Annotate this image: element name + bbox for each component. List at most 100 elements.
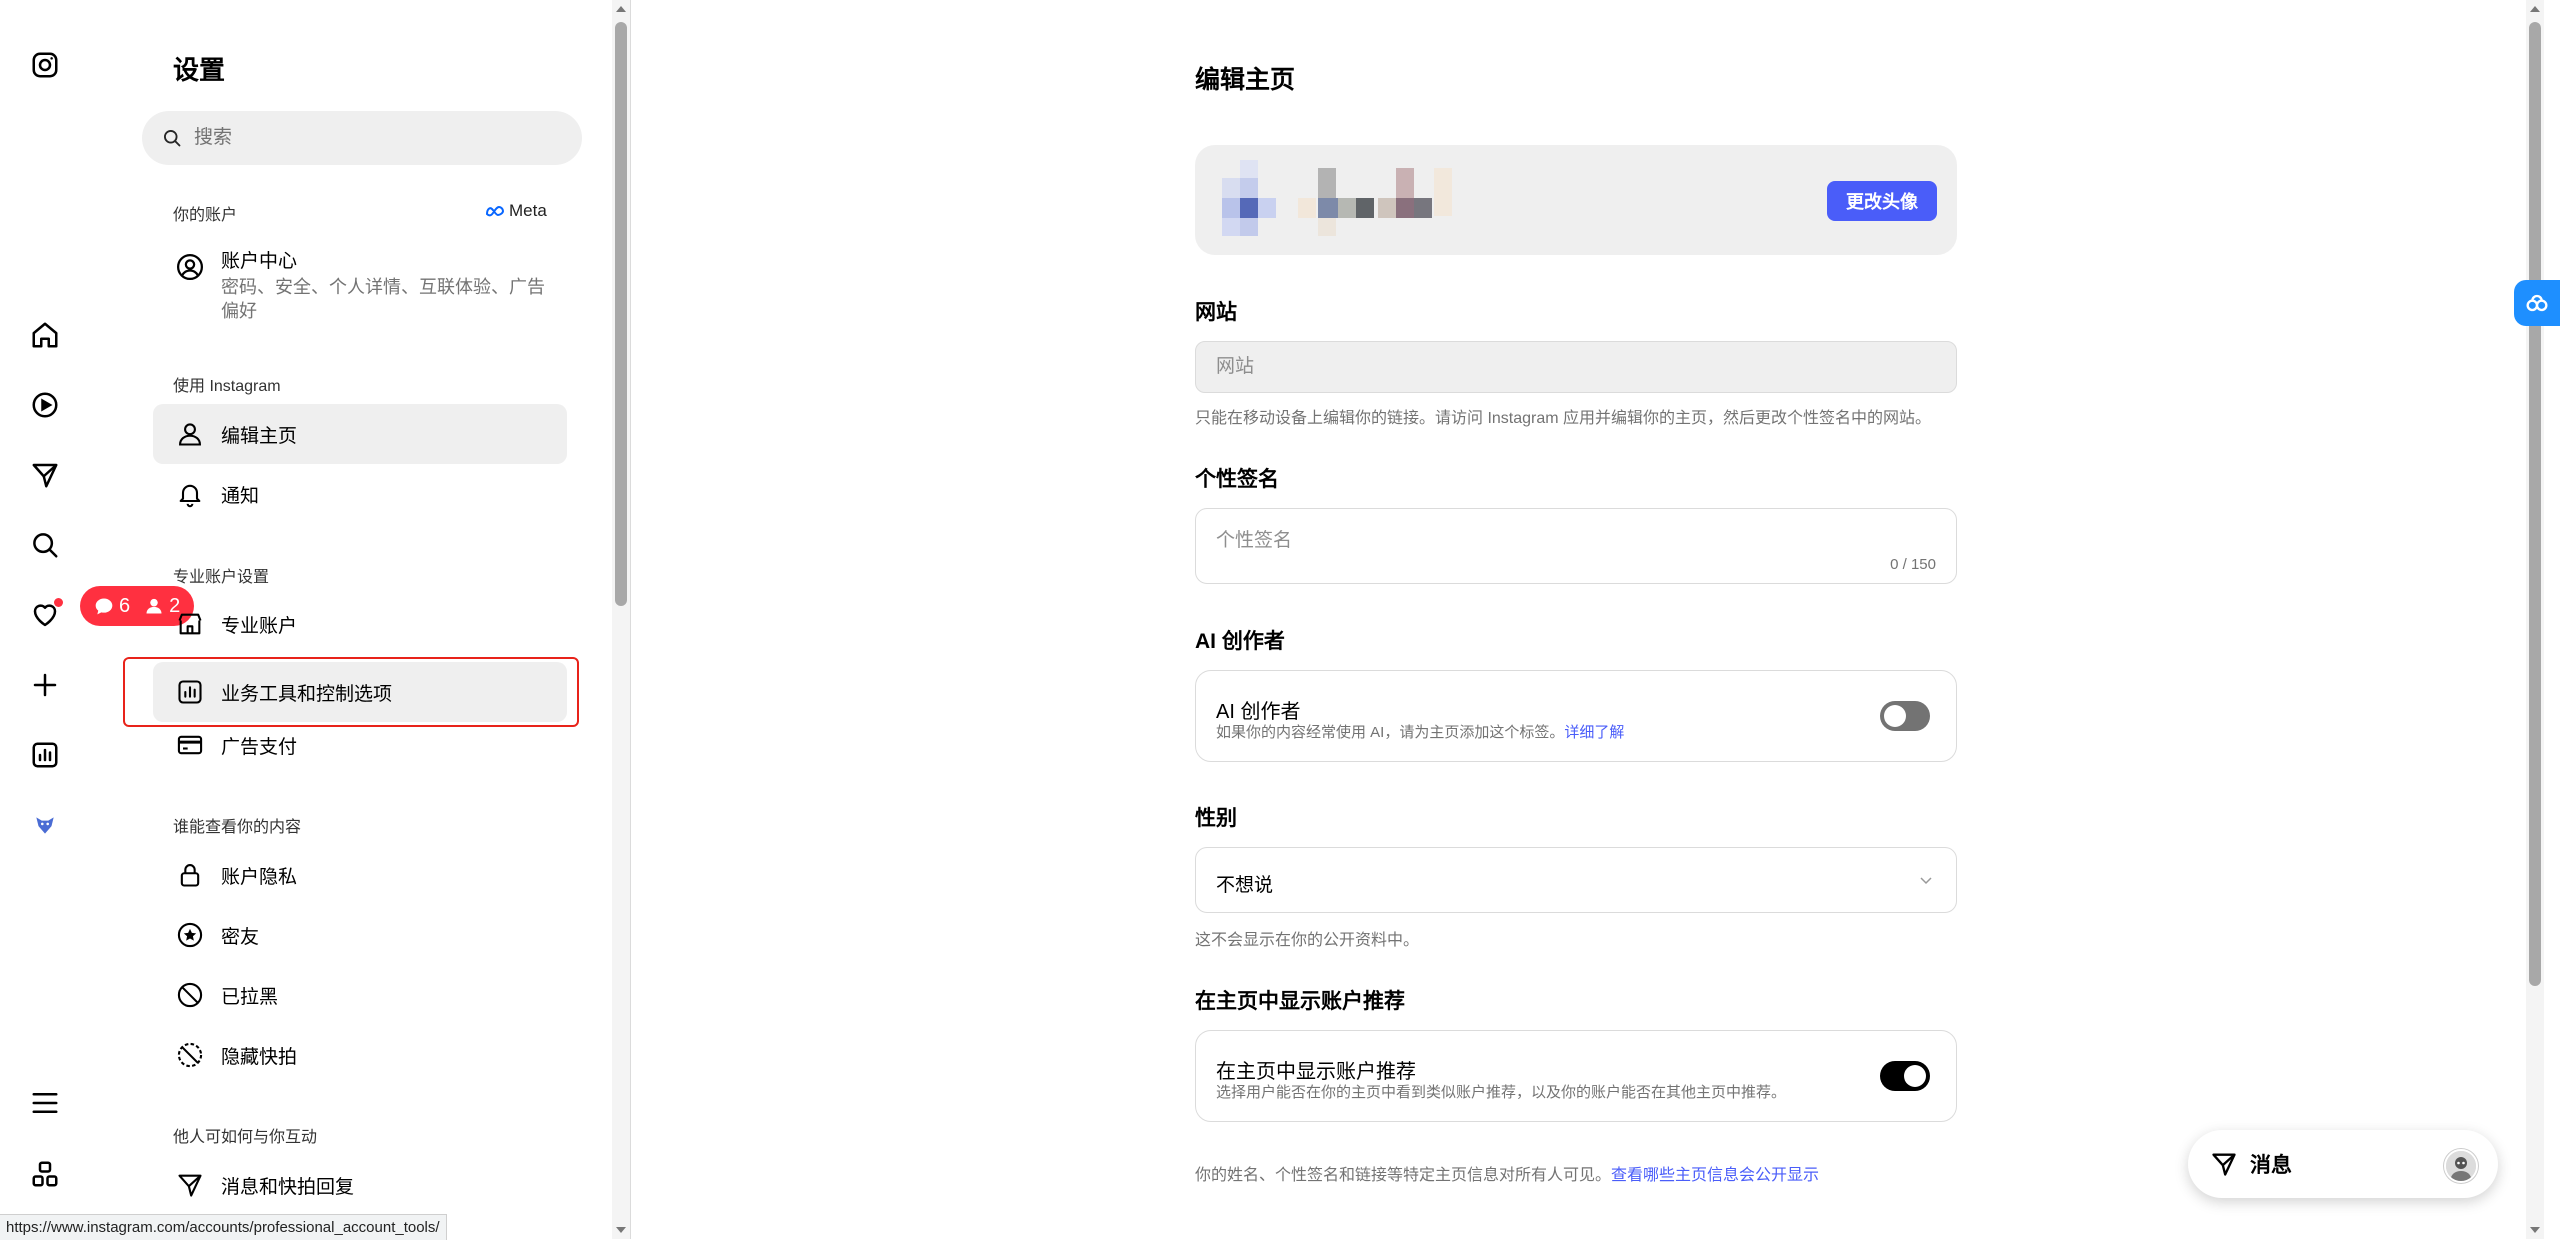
ai-creator-description: 如果你的内容经常使用 AI，请为主页添加这个标签。 xyxy=(1216,724,1565,741)
ai-creator-card-subtitle: 如果你的内容经常使用 AI，请为主页添加这个标签。详细了解 xyxy=(1216,721,1624,742)
recommend-section-title: 在主页中显示账户推荐 xyxy=(1195,990,1405,1013)
lock-icon xyxy=(173,858,207,892)
settings-search[interactable] xyxy=(142,111,582,165)
settings-panel: 设置 你的账户 Meta 账户中心 密码、安全、个人详情、互联体验、广告偏好 使… xyxy=(90,0,610,1239)
scroll-down-arrow[interactable] xyxy=(2530,1227,2540,1233)
messages-label: 消息 xyxy=(2250,1154,2292,1177)
profile-avatar-icon[interactable] xyxy=(28,808,62,842)
search-icon[interactable] xyxy=(28,528,62,562)
professional-settings-label: 专业账户设置 xyxy=(173,569,270,586)
sidebar-item-professional-account[interactable]: 专业账户 xyxy=(153,594,567,654)
gender-value: 不想说 xyxy=(1216,875,1274,896)
ai-creator-toggle[interactable] xyxy=(1880,701,1930,731)
reels-icon[interactable] xyxy=(28,388,62,422)
recommend-card-subtitle: 选择用户能否在你的主页中看到类似账户推荐，以及你的账户能否在其他主页中推荐。 xyxy=(1216,1084,1787,1101)
website-title: 网站 xyxy=(1195,301,1237,324)
website-hint: 只能在移动设备上编辑你的链接。请访问 Instagram 应用并编辑你的主页，然… xyxy=(1195,410,1932,427)
recommend-toggle[interactable] xyxy=(1880,1061,1930,1091)
settings-scrollbar[interactable] xyxy=(612,0,630,1239)
notification-dot xyxy=(54,598,63,607)
panel-divider xyxy=(630,0,631,1239)
nav-rail xyxy=(0,0,90,1239)
block-icon xyxy=(173,978,207,1012)
page-title: 编辑主页 xyxy=(1195,66,1296,94)
search-input[interactable] xyxy=(192,126,556,150)
meta-label: Meta xyxy=(509,201,547,220)
account-center-title: 账户中心 xyxy=(221,251,298,272)
gender-hint: 这不会显示在你的公开资料中。 xyxy=(1195,932,1420,949)
chevron-down-icon xyxy=(1918,874,1934,886)
sidebar-item-messages-replies[interactable]: 消息和快拍回复 xyxy=(153,1155,567,1215)
sidebar-item-notifications[interactable]: 通知 xyxy=(153,464,567,524)
sidebar-item-label: 专业账户 xyxy=(221,615,298,637)
public-info-link[interactable]: 查看哪些主页信息会公开显示 xyxy=(1611,1167,1819,1184)
shop-icon xyxy=(173,607,207,641)
search-icon xyxy=(162,128,182,148)
menu-icon[interactable] xyxy=(28,1086,62,1120)
home-icon[interactable] xyxy=(28,318,62,352)
bio-title: 个性签名 xyxy=(1195,468,1279,491)
meta-infinity-icon xyxy=(485,205,505,217)
sidebar-item-close-friends[interactable]: 密友 xyxy=(153,905,567,965)
create-icon[interactable] xyxy=(28,668,62,702)
sidebar-item-label: 通知 xyxy=(221,485,260,507)
toggle-knob xyxy=(1904,1065,1926,1087)
bio-char-count: 0 / 150 xyxy=(1890,556,1936,573)
sidebar-item-label: 隐藏快拍 xyxy=(221,1046,298,1068)
hide-story-icon xyxy=(173,1038,207,1072)
sidebar-item-ad-payments[interactable]: 广告支付 xyxy=(153,715,567,775)
ai-creator-card: AI 创作者 如果你的内容经常使用 AI，请为主页添加这个标签。详细了解 xyxy=(1195,670,1957,762)
toggle-knob xyxy=(1884,705,1906,727)
use-instagram-label: 使用 Instagram xyxy=(173,378,281,395)
messages-dock[interactable]: 消息 xyxy=(2188,1130,2498,1198)
bio-textarea[interactable] xyxy=(1214,523,1918,557)
interactions-label: 他人可如何与你互动 xyxy=(173,1129,318,1146)
recommend-card: 在主页中显示账户推荐 选择用户能否在你的主页中看到类似账户推荐，以及你的账户能否… xyxy=(1195,1030,1957,1122)
page-scrollbar[interactable] xyxy=(2526,0,2544,1239)
gender-title: 性别 xyxy=(1195,807,1237,830)
meta-logo[interactable]: Meta xyxy=(485,201,547,221)
recommend-card-title: 在主页中显示账户推荐 xyxy=(1216,1061,1416,1083)
sidebar-item-label: 账户隐私 xyxy=(221,866,298,888)
extension-cloud-icon xyxy=(2523,289,2551,317)
website-input[interactable] xyxy=(1195,341,1957,393)
change-avatar-button[interactable]: 更改头像 xyxy=(1827,181,1937,221)
your-account-label: 你的账户 xyxy=(173,207,238,224)
dashboard-icon[interactable] xyxy=(28,738,62,772)
bio-field[interactable]: 0 / 150 xyxy=(1195,508,1957,584)
browser-extension-button[interactable] xyxy=(2514,280,2560,326)
account-center-item[interactable]: 账户中心 密码、安全、个人详情、互联体验、广告偏好 xyxy=(153,246,567,323)
credit-card-icon xyxy=(173,728,207,762)
status-bar-url: https://www.instagram.com/accounts/profe… xyxy=(0,1214,447,1240)
sidebar-item-blocked[interactable]: 已拉黑 xyxy=(153,965,567,1025)
send-icon xyxy=(2210,1150,2238,1178)
ai-creator-card-title: AI 创作者 xyxy=(1216,701,1301,723)
scrollbar-thumb[interactable] xyxy=(2529,22,2541,986)
instagram-logo-icon[interactable] xyxy=(28,48,62,82)
scrollbar-thumb[interactable] xyxy=(615,22,627,606)
send-icon xyxy=(173,1168,207,1202)
scroll-down-arrow[interactable] xyxy=(616,1227,626,1233)
footer-note-text: 你的姓名、个性签名和链接等特定主页信息对所有人可见。 xyxy=(1195,1167,1612,1184)
ai-creator-section-title: AI 创作者 xyxy=(1195,630,1285,653)
settings-title: 设置 xyxy=(173,55,226,85)
avatar xyxy=(2444,1149,2478,1183)
sidebar-item-label: 广告支付 xyxy=(221,736,298,758)
account-center-subtitle: 密码、安全、个人详情、互联体验、广告偏好 xyxy=(221,277,545,321)
bell-icon xyxy=(173,477,207,511)
sidebar-item-label: 编辑主页 xyxy=(221,425,298,447)
sidebar-item-hide-story[interactable]: 隐藏快拍 xyxy=(153,1025,567,1085)
star-circle-icon xyxy=(173,918,207,952)
sidebar-item-label: 已拉黑 xyxy=(221,986,279,1008)
learn-more-link[interactable]: 详细了解 xyxy=(1564,724,1624,741)
sidebar-item-account-privacy[interactable]: 账户隐私 xyxy=(153,845,567,905)
sidebar-item-label: 密友 xyxy=(221,926,260,948)
sidebar-item-edit-profile[interactable]: 编辑主页 xyxy=(153,404,567,464)
explore-icon[interactable] xyxy=(28,458,62,492)
scroll-up-arrow[interactable] xyxy=(2530,6,2540,12)
scroll-up-arrow[interactable] xyxy=(616,6,626,12)
account-circle-icon xyxy=(173,250,207,284)
more-apps-icon[interactable] xyxy=(28,1157,62,1191)
person-outline-icon xyxy=(173,417,207,451)
gender-select[interactable]: 不想说 xyxy=(1195,847,1957,913)
